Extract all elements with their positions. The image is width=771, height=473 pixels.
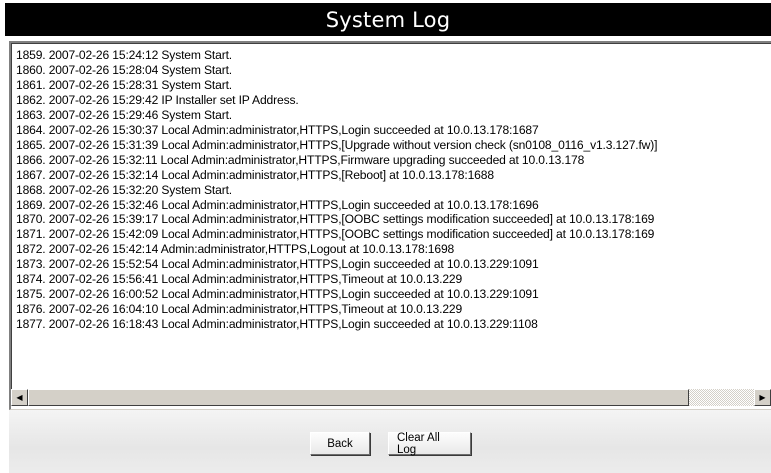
log-entry: 1862. 2007-02-26 15:29:42 IP Installer s… [16, 92, 299, 107]
system-log-page: System Log 1859. 2007-02-26 15:24:12 Sys… [0, 0, 771, 473]
horizontal-scrollbar[interactable]: ◀ ▶ [11, 389, 771, 406]
log-entry: 1866. 2007-02-26 15:32:11 Local Admin:ad… [16, 152, 585, 167]
log-entry: 1873. 2007-02-26 15:52:54 Local Admin:ad… [16, 257, 539, 272]
log-entry: 1861. 2007-02-26 15:28:31 System Start. [16, 77, 233, 92]
scroll-left-glyph: ◀ [16, 392, 23, 402]
log-entry: 1877. 2007-02-26 16:18:43 Local Admin:ad… [16, 317, 538, 332]
log-entry: 1875. 2007-02-26 16:00:52 Local Admin:ad… [16, 287, 539, 302]
back-button[interactable]: Back [310, 432, 370, 455]
log-entry: 1863. 2007-02-26 15:29:46 System Start. [16, 107, 233, 122]
clear-all-log-button[interactable]: Clear All Log [388, 432, 471, 456]
scrollbar-thumb[interactable] [28, 389, 689, 406]
scroll-right-glyph: ▶ [759, 392, 766, 402]
log-entry: 1870. 2007-02-26 15:39:17 Local Admin:ad… [16, 212, 655, 227]
log-entry: 1869. 2007-02-26 15:32:46 Local Admin:ad… [16, 197, 539, 212]
log-entry: 1868. 2007-02-26 15:32:20 System Start. [16, 182, 233, 197]
log-textarea[interactable]: 1859. 2007-02-26 15:24:12 System Start. 1… [9, 41, 771, 410]
log-entry: 1872. 2007-02-26 15:42:14 Admin:administ… [16, 242, 455, 257]
log-entry: 1859. 2007-02-26 15:24:12 System Start. [16, 48, 233, 62]
log-entry: 1876. 2007-02-26 16:04:10 Local Admin:ad… [16, 302, 463, 317]
button-panel: Back Clear All Log [9, 410, 771, 473]
log-entry: 1867. 2007-02-26 15:32:14 Local Admin:ad… [16, 167, 494, 182]
scroll-right-arrow-icon[interactable]: ▶ [754, 389, 771, 406]
log-entry: 1871. 2007-02-26 15:42:09 Local Admin:ad… [16, 227, 655, 242]
log-text-area[interactable]: 1859. 2007-02-26 15:24:12 System Start. 1… [11, 43, 771, 389]
log-entry: 1864. 2007-02-26 15:30:37 Local Admin:ad… [16, 122, 539, 137]
log-entry: 1865. 2007-02-26 15:31:39 Local Admin:ad… [16, 137, 658, 152]
scrollbar-track[interactable] [28, 389, 754, 406]
page-title: System Log [325, 7, 451, 32]
log-entry: 1874. 2007-02-26 15:56:41 Local Admin:ad… [16, 272, 463, 287]
log-entry: 1860. 2007-02-26 15:28:04 System Start. [16, 62, 233, 77]
scroll-left-arrow-icon[interactable]: ◀ [11, 389, 28, 406]
log-entry-list: 1859. 2007-02-26 15:24:12 System Start. 1… [12, 44, 771, 332]
title-bar: System Log [5, 3, 771, 36]
